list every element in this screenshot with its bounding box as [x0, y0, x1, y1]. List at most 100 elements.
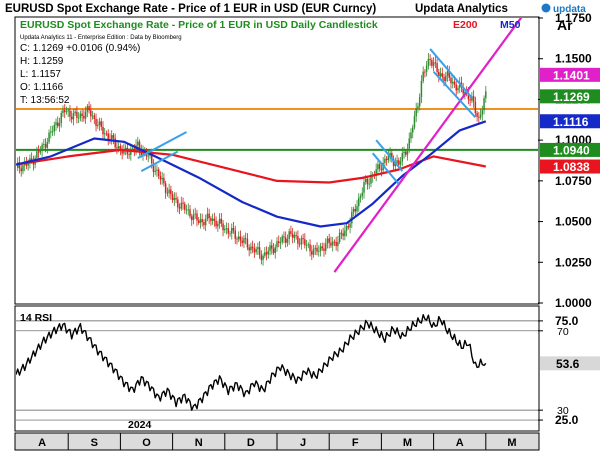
- candle-body-46: [95, 118, 97, 126]
- month-label-1: S: [91, 437, 98, 449]
- rsi-tick-label-3: 75.0: [555, 314, 579, 328]
- candle-body-126: [234, 230, 236, 239]
- candle-body-134: [248, 247, 250, 251]
- candle-body-199: [361, 192, 364, 197]
- value-tag-label-2: 1.1116: [553, 115, 589, 129]
- price-subtitle: EURUSD Spot Exchange Rate - Price of 1 E…: [20, 19, 378, 31]
- candle-body-18: [46, 141, 49, 148]
- candle-body-170: [311, 251, 313, 255]
- candle-body-63: [124, 147, 127, 150]
- candle-body-91: [173, 197, 176, 201]
- candle-body-155: [284, 237, 287, 243]
- candle-body-185: [337, 241, 339, 246]
- candle-body-176: [321, 246, 323, 249]
- candle-body-137: [253, 248, 256, 253]
- candle-body-22: [53, 124, 56, 132]
- value-tag-label-0: 1.1401: [553, 68, 590, 82]
- candle-body-159: [291, 233, 294, 238]
- candle-body-229: [413, 116, 416, 128]
- candle-body-182: [331, 241, 334, 246]
- candle-body-123: [229, 233, 231, 235]
- candle-body-152: [279, 242, 282, 244]
- candle-body-173: [316, 247, 318, 252]
- candle-body-82: [157, 169, 160, 177]
- candle-body-85: [163, 177, 165, 184]
- candle-body-164: [300, 238, 303, 245]
- candle-body-201: [364, 178, 367, 183]
- candle-body-158: [290, 231, 292, 234]
- price-tick-label-0: 1.0000: [555, 296, 592, 310]
- candle-body-133: [246, 238, 249, 248]
- candle-body-107: [201, 219, 203, 223]
- month-label-3: N: [195, 437, 203, 449]
- candle-body-13: [37, 151, 40, 153]
- candle-body-19: [48, 132, 50, 142]
- price-tick-label-3: 1.0750: [555, 174, 592, 188]
- candle-body-35: [76, 111, 78, 118]
- candle-body-186: [338, 232, 341, 242]
- candle-body-80: [154, 170, 156, 172]
- candle-body-30: [67, 110, 69, 112]
- month-label-5: J: [300, 437, 306, 449]
- candle-body-15: [41, 144, 43, 151]
- ohlc-close: C: 1.1269 +0.0106 (0.94%): [20, 43, 140, 54]
- candle-body-242: [436, 63, 438, 72]
- candle-body-189: [344, 230, 346, 236]
- ohlc-open: O: 1.1166: [20, 82, 64, 93]
- candle-body-55: [110, 135, 113, 140]
- candle-body-52: [105, 133, 108, 135]
- candle-body-33: [72, 113, 75, 120]
- candle-body-98: [185, 209, 188, 211]
- candle-body-220: [398, 160, 400, 165]
- candle-body-120: [224, 228, 226, 231]
- candle-body-162: [297, 236, 299, 244]
- candle-body-27: [62, 110, 64, 114]
- rsi-label: 14 RSI: [20, 312, 52, 324]
- candle-body-25: [58, 123, 61, 127]
- brand-name: Updata Analytics: [415, 3, 508, 15]
- candle-body-200: [363, 182, 365, 193]
- candle-body-232: [418, 97, 421, 107]
- candle-body-144: [265, 252, 268, 255]
- candle-body-84: [161, 177, 163, 180]
- candle-body-34: [74, 111, 76, 114]
- candle-body-48: [98, 121, 101, 125]
- candle-body-147: [271, 245, 273, 249]
- candle-body-29: [65, 111, 68, 113]
- candle-body-67: [131, 148, 134, 150]
- candle-body-16: [43, 144, 45, 145]
- candle-body-97: [184, 203, 186, 210]
- candle-body-41: [86, 106, 89, 112]
- month-label-8: A: [456, 437, 464, 449]
- candle-body-44: [91, 115, 94, 117]
- candle-body-100: [189, 209, 191, 217]
- candle-body-198: [359, 196, 362, 198]
- candle-body-118: [220, 218, 223, 224]
- candle-body-17: [44, 144, 47, 148]
- candle-body-32: [70, 116, 73, 120]
- year-label: 2024: [128, 419, 152, 431]
- candle-body-112: [210, 218, 212, 221]
- candle-body-236: [425, 65, 428, 72]
- candle-body-45: [93, 115, 96, 119]
- candle-body-224: [405, 151, 407, 155]
- candle-body-136: [251, 246, 254, 249]
- candle-body-172: [314, 247, 317, 250]
- month-label-0: A: [38, 437, 46, 449]
- candle-body-83: [159, 176, 162, 180]
- candle-body-187: [340, 232, 343, 234]
- candle-body-93: [177, 199, 179, 208]
- candle-body-264: [474, 101, 477, 114]
- candle-body-38: [81, 113, 83, 117]
- candle-body-26: [60, 113, 62, 124]
- candle-body-101: [190, 216, 193, 220]
- candle-body-195: [354, 208, 357, 212]
- price-tick-label-7: 1.1750: [555, 11, 592, 25]
- candle-body-254: [457, 87, 459, 91]
- candle-body-183: [333, 241, 336, 243]
- candle-body-116: [217, 223, 219, 227]
- candle-body-113: [211, 218, 214, 221]
- candle-body-225: [406, 148, 409, 155]
- candle-body-246: [443, 76, 445, 82]
- candle-body-175: [319, 246, 322, 252]
